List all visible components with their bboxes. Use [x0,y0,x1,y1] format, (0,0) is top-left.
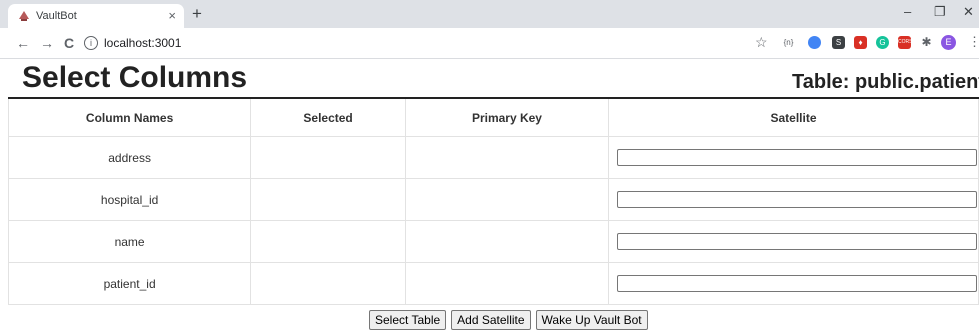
satellite-cell [608,178,979,221]
reload-icon[interactable]: C [64,35,74,51]
primary-key-cell[interactable] [405,178,610,221]
tab-title: VaultBot [36,10,77,22]
close-window-icon[interactable]: ✕ [963,4,974,20]
extension-s-icon[interactable]: S [832,36,845,49]
selected-cell[interactable] [250,220,406,263]
satellite-input[interactable] [617,149,977,166]
selected-cell[interactable] [250,262,406,305]
table-row: hospital_id [7,178,979,221]
extension-red-icon[interactable]: ♦ [854,36,867,49]
table-row: patient_id [7,262,979,305]
browser-tab[interactable]: VaultBot × [8,4,184,28]
selected-cell[interactable] [250,178,406,221]
table-row: name [7,220,979,263]
extensions-puzzle-icon[interactable]: ✱ [920,36,933,49]
browser-toolbar: ← → C i localhost:3001 ☆ {n} S ♦ G CORS … [0,28,979,59]
new-tab-button[interactable]: + [192,4,202,24]
table-header-row: Column Names Selected Primary Key Satell… [7,99,979,137]
satellite-cell [608,220,979,263]
site-info-icon[interactable]: i [84,36,98,50]
table-row: address [7,136,979,179]
column-name-cell: name [7,220,252,263]
page-title: Select Columns [22,61,248,94]
add-satellite-button[interactable]: Add Satellite [451,310,531,330]
address-bar[interactable]: localhost:3001 [104,36,181,50]
header-primary-key: Primary Key [405,99,610,137]
header-column-names: Column Names [7,99,252,137]
bookmark-star-icon[interactable]: ☆ [755,34,768,51]
wake-up-vault-bot-button[interactable]: Wake Up Vault Bot [535,310,648,330]
vaultbot-favicon-icon [19,11,29,21]
satellite-input[interactable] [617,275,977,292]
browser-tab-strip: VaultBot × + – ❐ ✕ [0,0,979,28]
column-name-cell: hospital_id [7,178,252,221]
column-name-cell: address [7,136,252,179]
forward-icon[interactable]: → [40,35,54,51]
extension-json-icon[interactable]: {n} [782,36,795,49]
column-name-cell: patient_id [7,262,252,305]
header-satellite: Satellite [608,99,979,137]
menu-kebab-icon[interactable]: ⋮ [968,34,979,50]
header-selected: Selected [250,99,406,137]
select-table-button[interactable]: Select Table [369,310,447,330]
minimize-icon[interactable]: – [904,4,911,19]
satellite-input[interactable] [617,191,977,208]
primary-key-cell[interactable] [405,136,610,179]
tab-close-icon[interactable]: × [168,8,176,23]
back-icon[interactable]: ← [16,35,30,51]
extension-circle-icon[interactable] [808,36,821,49]
table-name-label: Table: public.patients [792,71,979,93]
columns-table: Column Names Selected Primary Key Satell… [7,99,979,305]
satellite-input[interactable] [617,233,977,250]
selected-cell[interactable] [250,136,406,179]
satellite-cell [608,262,979,305]
extension-cors-icon[interactable]: CORS [898,36,912,49]
extension-grammarly-icon[interactable]: G [876,36,889,49]
action-buttons: Select Table Add Satellite Wake Up Vault… [369,310,648,330]
primary-key-cell[interactable] [405,262,610,305]
primary-key-cell[interactable] [405,220,610,263]
profile-avatar[interactable]: E [941,35,956,50]
satellite-cell [608,136,979,179]
restore-icon[interactable]: ❐ [934,4,946,20]
